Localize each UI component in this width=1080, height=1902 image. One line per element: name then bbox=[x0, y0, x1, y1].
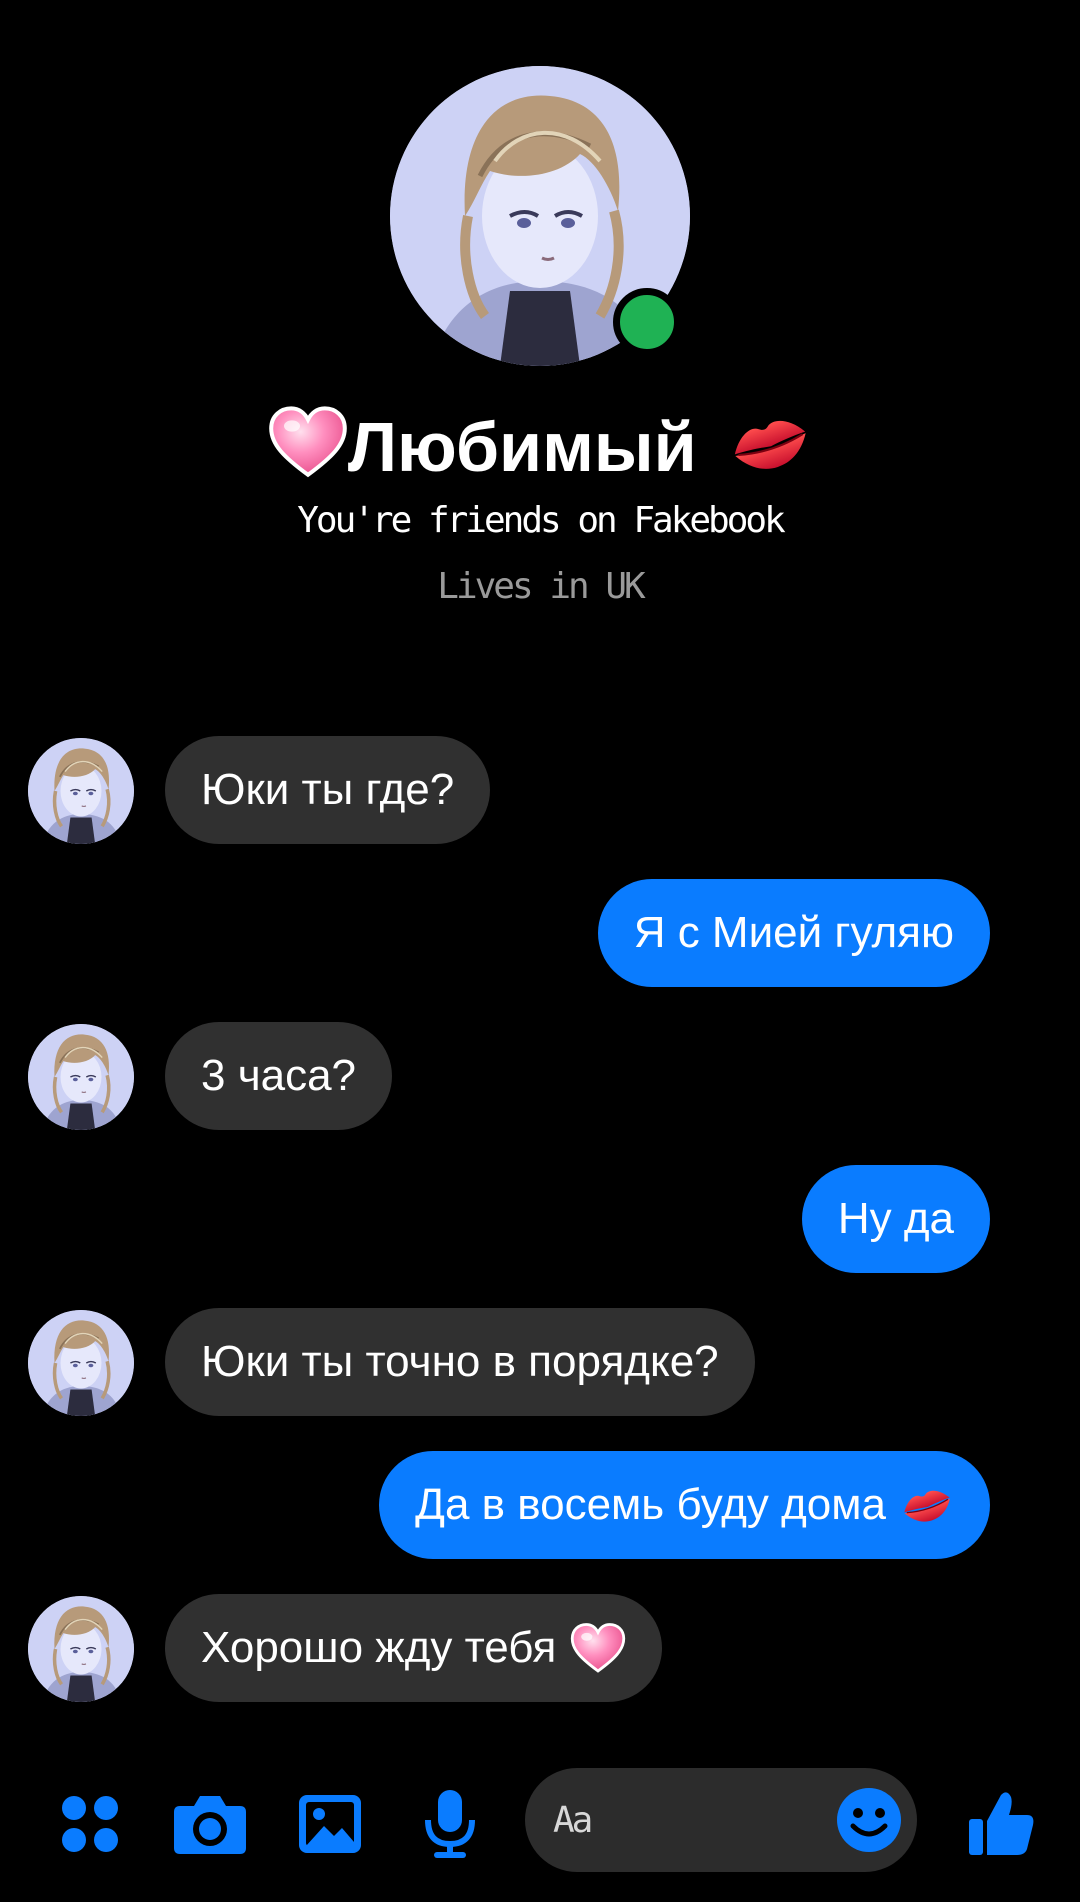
friends-status-text: You're friends on Fakebook bbox=[297, 500, 786, 541]
smiley-icon[interactable] bbox=[835, 1786, 903, 1858]
message-text: Я с Мией гуляю bbox=[633, 908, 954, 957]
message-row-incoming: Хорошо жду тебя bbox=[0, 1594, 1080, 1702]
message-input[interactable] bbox=[551, 1798, 815, 1842]
message-bubble[interactable]: Ну да bbox=[801, 1165, 990, 1273]
contact-name: Любимый bbox=[347, 408, 697, 486]
apps-icon[interactable] bbox=[52, 1786, 128, 1862]
message-row-incoming: Юки ты точно в порядке? bbox=[0, 1308, 1080, 1416]
message-text: Юки ты точно в порядке? bbox=[201, 1337, 719, 1386]
message-bubble[interactable]: Юки ты где? bbox=[165, 736, 491, 844]
sender-avatar[interactable] bbox=[28, 1024, 134, 1130]
pink-heart-icon bbox=[570, 1622, 626, 1674]
online-status-dot bbox=[613, 288, 681, 356]
sender-avatar[interactable] bbox=[28, 738, 134, 844]
location-text: Lives in UK bbox=[437, 566, 645, 607]
composer-bar bbox=[0, 1760, 1080, 1880]
camera-icon[interactable] bbox=[172, 1786, 248, 1862]
sender-avatar[interactable] bbox=[28, 1596, 134, 1702]
message-input-container bbox=[525, 1768, 917, 1872]
message-text: Юки ты где? bbox=[201, 765, 455, 814]
message-text: Да в восемь буду дома bbox=[415, 1480, 886, 1529]
message-row-incoming: 3 часа? bbox=[0, 1022, 1080, 1130]
message-row-outgoing: Да в восемь буду дома bbox=[0, 1451, 1080, 1559]
message-row-incoming: Юки ты где? bbox=[0, 736, 1080, 844]
message-row-outgoing: Я с Мией гуляю bbox=[0, 879, 1080, 987]
message-text: 3 часа? bbox=[201, 1051, 357, 1100]
message-text: Ну да bbox=[837, 1194, 954, 1243]
conversation-header: Любимый You're friends on Fakebook Lives… bbox=[0, 0, 1080, 640]
message-bubble[interactable]: Хорошо жду тебя bbox=[165, 1594, 663, 1702]
contact-name-row: Любимый bbox=[0, 402, 1080, 500]
pink-heart-icon bbox=[268, 405, 348, 500]
microphone-icon[interactable] bbox=[412, 1786, 488, 1862]
message-text: Хорошо жду тебя bbox=[201, 1623, 557, 1672]
kiss-lips-icon bbox=[728, 408, 812, 498]
sender-avatar[interactable] bbox=[28, 1310, 134, 1416]
message-row-outgoing: Ну да bbox=[0, 1165, 1080, 1273]
message-bubble[interactable]: Да в восемь буду дома bbox=[379, 1451, 990, 1559]
thumbs-up-icon[interactable] bbox=[962, 1786, 1042, 1862]
gallery-icon[interactable] bbox=[292, 1786, 368, 1862]
message-bubble[interactable]: 3 часа? bbox=[165, 1022, 393, 1130]
message-bubble[interactable]: Юки ты точно в порядке? bbox=[165, 1308, 755, 1416]
message-bubble[interactable]: Я с Мией гуляю bbox=[597, 879, 990, 987]
kiss-lips-icon bbox=[900, 1483, 954, 1527]
